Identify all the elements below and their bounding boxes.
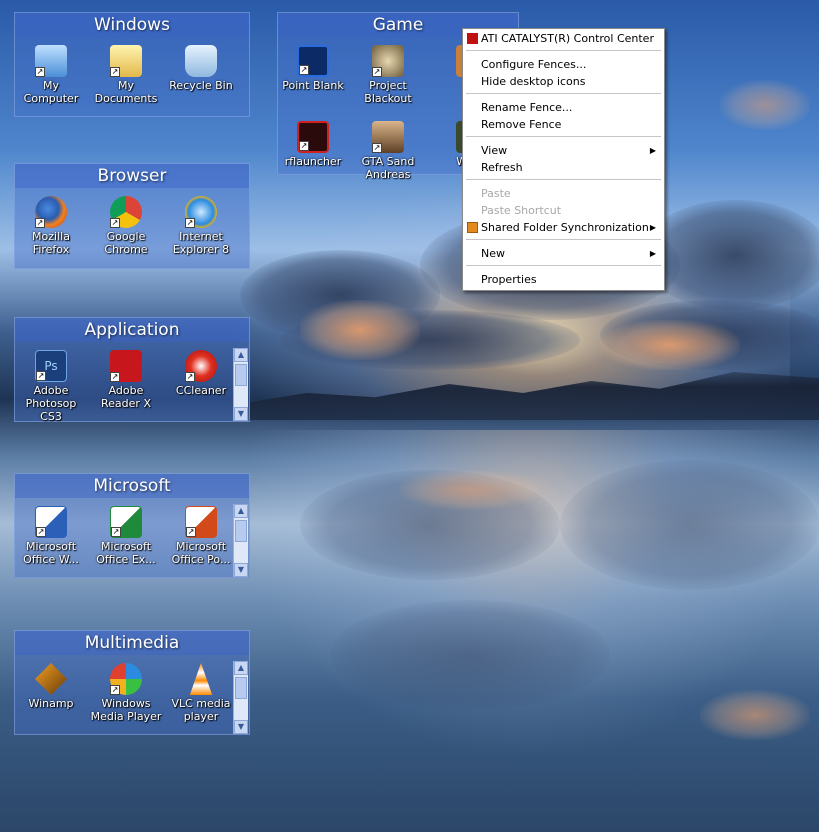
- desktop-icon-wmp[interactable]: ↗ Windows Media Player: [90, 663, 162, 723]
- fence-title: Multimedia: [15, 631, 249, 655]
- winamp-icon: [35, 663, 67, 695]
- menu-separator: [466, 93, 661, 94]
- menu-item-configure-fences[interactable]: Configure Fences...: [465, 56, 662, 73]
- desktop-icon-gta[interactable]: ↗ GTA Sand Andreas: [352, 121, 424, 181]
- point-blank-icon: ↗: [297, 45, 329, 77]
- menu-item-shared-folder-sync[interactable]: Shared Folder Synchronization ▶: [465, 219, 662, 236]
- desktop-icon-firefox[interactable]: ↗ Mozilla Firefox: [15, 196, 87, 256]
- desktop-icon-vlc[interactable]: VLC media player: [165, 663, 237, 723]
- fence-application[interactable]: Application Ps ↗ Adobe Photosop CS3 ↗ Ado…: [14, 317, 250, 423]
- scroll-thumb[interactable]: [235, 520, 247, 542]
- fence-multimedia[interactable]: Multimedia Winamp ↗ Windows Media Player…: [14, 630, 250, 735]
- my-computer-icon: ↗: [35, 45, 67, 77]
- context-menu: ATI CATALYST(R) Control Center Configure…: [462, 28, 665, 291]
- desktop-icon-ccleaner[interactable]: ↗ CCleaner: [165, 350, 237, 397]
- fence-browser[interactable]: Browser ↗ Mozilla Firefox ↗ Google Chrom…: [14, 163, 250, 269]
- fence-scrollbar[interactable]: ▲ ▼: [233, 661, 248, 734]
- recycle-bin-icon: [185, 45, 217, 77]
- scroll-up-button[interactable]: ▲: [234, 348, 248, 362]
- menu-item-hide-desktop-icons[interactable]: Hide desktop icons: [465, 73, 662, 90]
- desktop-icon-chrome[interactable]: ↗ Google Chrome: [90, 196, 162, 256]
- fence-windows[interactable]: Windows ↗ My Computer ↗ My Documents Rec…: [14, 12, 250, 117]
- scroll-thumb[interactable]: [235, 677, 247, 699]
- menu-item-refresh[interactable]: Refresh: [465, 159, 662, 176]
- desktop-icon-word[interactable]: ↗ Microsoft Office W...: [15, 506, 87, 566]
- menu-item-rename-fence[interactable]: Rename Fence...: [465, 99, 662, 116]
- fence-scrollbar[interactable]: ▲ ▼: [233, 504, 248, 577]
- fence-title: Windows: [15, 13, 249, 37]
- firefox-icon: ↗: [35, 196, 67, 228]
- project-blackout-icon: ↗: [372, 45, 404, 77]
- ccleaner-icon: ↗: [185, 350, 217, 382]
- word-icon: ↗: [35, 506, 67, 538]
- menu-item-ati-catalyst[interactable]: ATI CATALYST(R) Control Center: [465, 30, 662, 47]
- powerpoint-icon: ↗: [185, 506, 217, 538]
- scroll-down-button[interactable]: ▼: [234, 563, 248, 577]
- desktop-icon-recycle-bin[interactable]: Recycle Bin: [165, 45, 237, 92]
- ie-icon: ↗: [185, 196, 217, 228]
- desktop-icon-point-blank[interactable]: ↗ Point Blank: [277, 45, 349, 92]
- wmp-icon: ↗: [110, 663, 142, 695]
- sync-icon: [467, 222, 478, 233]
- fence-title: Microsoft: [15, 474, 249, 498]
- desktop-icon-adobe-reader[interactable]: ↗ Adobe Reader X: [90, 350, 162, 410]
- desktop-icon-winamp[interactable]: Winamp: [15, 663, 87, 710]
- adobe-reader-icon: ↗: [110, 350, 142, 382]
- desktop-icon-excel[interactable]: ↗ Microsoft Office Ex...: [90, 506, 162, 566]
- gta-icon: ↗: [372, 121, 404, 153]
- menu-item-paste-shortcut: Paste Shortcut: [481, 204, 562, 217]
- desktop-icon-photoshop[interactable]: Ps ↗ Adobe Photosop CS3: [15, 350, 87, 423]
- menu-separator: [466, 136, 661, 137]
- submenu-arrow-icon: ▶: [649, 249, 656, 258]
- scroll-up-button[interactable]: ▲: [234, 661, 248, 675]
- menu-item-paste: Paste: [481, 187, 511, 200]
- menu-separator: [466, 50, 661, 51]
- desktop-icon-rflauncher[interactable]: ↗ rflauncher: [277, 121, 349, 168]
- menu-separator: [466, 179, 661, 180]
- desktop-icon-project-blackout[interactable]: ↗ Project Blackout: [352, 45, 424, 105]
- fence-title: Application: [15, 318, 249, 342]
- menu-item-view[interactable]: View ▶: [465, 142, 662, 159]
- my-documents-icon: ↗: [110, 45, 142, 77]
- excel-icon: ↗: [110, 506, 142, 538]
- desktop-icon-powerpoint[interactable]: ↗ Microsoft Office Po...: [165, 506, 237, 566]
- scroll-thumb[interactable]: [235, 364, 247, 386]
- fence-scrollbar[interactable]: ▲ ▼: [233, 348, 248, 421]
- desktop-icon-ie[interactable]: ↗ Internet Explorer 8: [165, 196, 237, 256]
- submenu-arrow-icon: ▶: [649, 223, 656, 232]
- photoshop-icon: Ps ↗: [35, 350, 67, 382]
- menu-separator: [466, 265, 661, 266]
- ati-icon: [467, 33, 478, 44]
- vlc-icon: [189, 663, 213, 695]
- submenu-arrow-icon: ▶: [649, 146, 656, 155]
- fence-title: Browser: [15, 164, 249, 188]
- menu-separator: [466, 239, 661, 240]
- desktop-icon-my-computer[interactable]: ↗ My Computer: [15, 45, 87, 105]
- chrome-icon: ↗: [110, 196, 142, 228]
- fence-microsoft[interactable]: Microsoft ↗ Microsoft Office W... ↗ Micr…: [14, 473, 250, 578]
- menu-item-new[interactable]: New ▶: [465, 245, 662, 262]
- rflauncher-icon: ↗: [297, 121, 329, 153]
- scroll-down-button[interactable]: ▼: [234, 720, 248, 734]
- menu-item-properties[interactable]: Properties: [465, 271, 662, 288]
- scroll-up-button[interactable]: ▲: [234, 504, 248, 518]
- desktop-icon-my-documents[interactable]: ↗ My Documents: [90, 45, 162, 105]
- menu-item-remove-fence[interactable]: Remove Fence: [465, 116, 662, 133]
- scroll-down-button[interactable]: ▼: [234, 407, 248, 421]
